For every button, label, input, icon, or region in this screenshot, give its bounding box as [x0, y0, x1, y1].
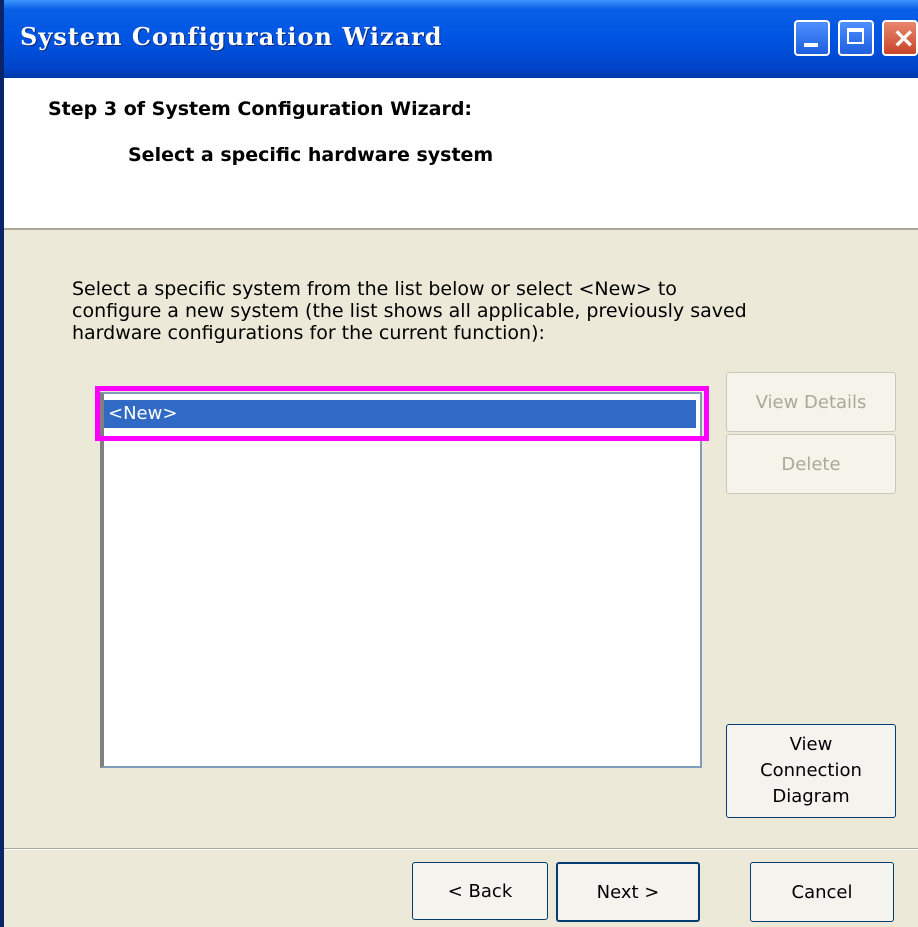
highlight-annotation	[95, 386, 709, 441]
maximize-icon[interactable]	[838, 20, 874, 56]
diagram-button-label-2: Connection	[760, 760, 862, 781]
cancel-button[interactable]: Cancel	[750, 862, 894, 922]
wizard-window: System Configuration Wizard × Step 3 of …	[0, 0, 918, 927]
delete-button[interactable]: Delete	[726, 434, 896, 494]
minimize-icon[interactable]	[794, 20, 830, 56]
systems-listbox[interactable]: <New>	[100, 392, 702, 768]
window-title: System Configuration Wizard	[20, 22, 443, 51]
back-button[interactable]: < Back	[412, 862, 548, 920]
instruction-text: Select a specific system from the list b…	[72, 278, 747, 344]
title-bar[interactable]: System Configuration Wizard ×	[4, 0, 918, 78]
next-button[interactable]: Next >	[556, 862, 700, 922]
diagram-button-label-3: Diagram	[772, 786, 850, 807]
view-details-button[interactable]: View Details	[726, 372, 896, 432]
step-subtitle: Select a specific hardware system	[128, 144, 494, 166]
wizard-header: Step 3 of System Configuration Wizard: S…	[4, 78, 918, 230]
close-icon[interactable]: ×	[882, 20, 918, 56]
footer-divider	[4, 848, 918, 850]
diagram-button-label-1: View	[789, 734, 833, 755]
view-connection-diagram-button[interactable]: View Connection Diagram	[726, 724, 896, 818]
step-title: Step 3 of System Configuration Wizard:	[48, 98, 473, 120]
